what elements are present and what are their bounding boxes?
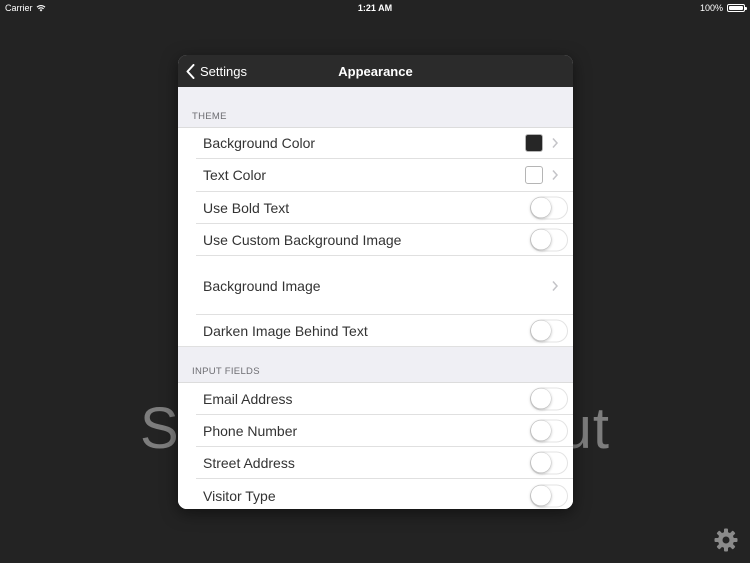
toggle-knob xyxy=(531,197,551,218)
navigation-bar: Settings Appearance xyxy=(178,55,573,87)
battery-icon xyxy=(727,4,747,12)
chevron-right-icon xyxy=(552,170,559,181)
status-bar: Carrier 1:21 AM 100% xyxy=(0,0,750,16)
custom-background-toggle[interactable] xyxy=(530,228,568,252)
row-text-color[interactable]: Text Color xyxy=(178,159,573,192)
row-background-color[interactable]: Background Color xyxy=(178,127,573,160)
appearance-popover: Settings Appearance THEME Background Col… xyxy=(178,55,573,509)
darken-image-toggle[interactable] xyxy=(530,319,568,343)
row-label: Phone Number xyxy=(203,422,298,439)
settings-list: THEME Background Color Text Color Use Bo… xyxy=(178,87,573,509)
back-button[interactable]: Settings xyxy=(186,55,247,87)
page-title: Appearance xyxy=(338,63,413,79)
row-street-address: Street Address xyxy=(178,447,573,480)
color-swatch xyxy=(525,134,543,153)
toggle-knob xyxy=(531,388,551,409)
row-darken-image: Darken Image Behind Text xyxy=(178,315,573,348)
clock: 1:21 AM xyxy=(357,3,393,13)
street-address-toggle[interactable] xyxy=(530,451,568,475)
row-label: Use Bold Text xyxy=(203,199,290,216)
visitor-type-toggle[interactable] xyxy=(530,484,568,508)
row-use-custom-background-image: Use Custom Background Image xyxy=(178,223,573,257)
row-email-address: Email Address xyxy=(178,382,573,416)
row-label: Background Image xyxy=(203,277,321,294)
row-label: Darken Image Behind Text xyxy=(203,323,368,340)
section-header-input-fields: INPUT FIELDS xyxy=(192,366,260,378)
toggle-knob xyxy=(531,420,551,441)
row-visitor-type: Visitor Type xyxy=(178,479,573,509)
gear-icon[interactable] xyxy=(713,527,739,553)
phone-number-toggle[interactable] xyxy=(530,419,568,443)
row-label: Background Color xyxy=(203,135,316,152)
email-address-toggle[interactable] xyxy=(530,387,568,411)
toggle-knob xyxy=(531,229,551,250)
back-button-label: Settings xyxy=(200,63,247,79)
section-header-theme: THEME xyxy=(192,111,227,122)
toggle-knob xyxy=(531,485,551,506)
toggle-knob xyxy=(531,452,551,473)
toggle-knob xyxy=(531,320,551,341)
row-background-image[interactable]: Background Image xyxy=(178,256,573,316)
battery-percent: 100% xyxy=(699,3,723,13)
row-label: Email Address xyxy=(203,390,293,407)
row-label: Street Address xyxy=(203,455,295,472)
background-title-left: S xyxy=(140,396,180,461)
color-swatch xyxy=(525,166,543,185)
row-use-bold-text: Use Bold Text xyxy=(178,191,573,225)
row-label: Visitor Type xyxy=(203,487,276,504)
row-phone-number: Phone Number xyxy=(178,414,573,448)
row-label: Text Color xyxy=(203,167,267,184)
battery-fill xyxy=(729,6,743,10)
chevron-right-icon xyxy=(552,280,559,291)
chevron-left-icon xyxy=(186,63,195,79)
battery-status: 100% xyxy=(699,3,747,13)
chevron-right-icon xyxy=(552,138,559,149)
bold-text-toggle[interactable] xyxy=(530,196,568,220)
row-label: Use Custom Background Image xyxy=(203,232,402,249)
